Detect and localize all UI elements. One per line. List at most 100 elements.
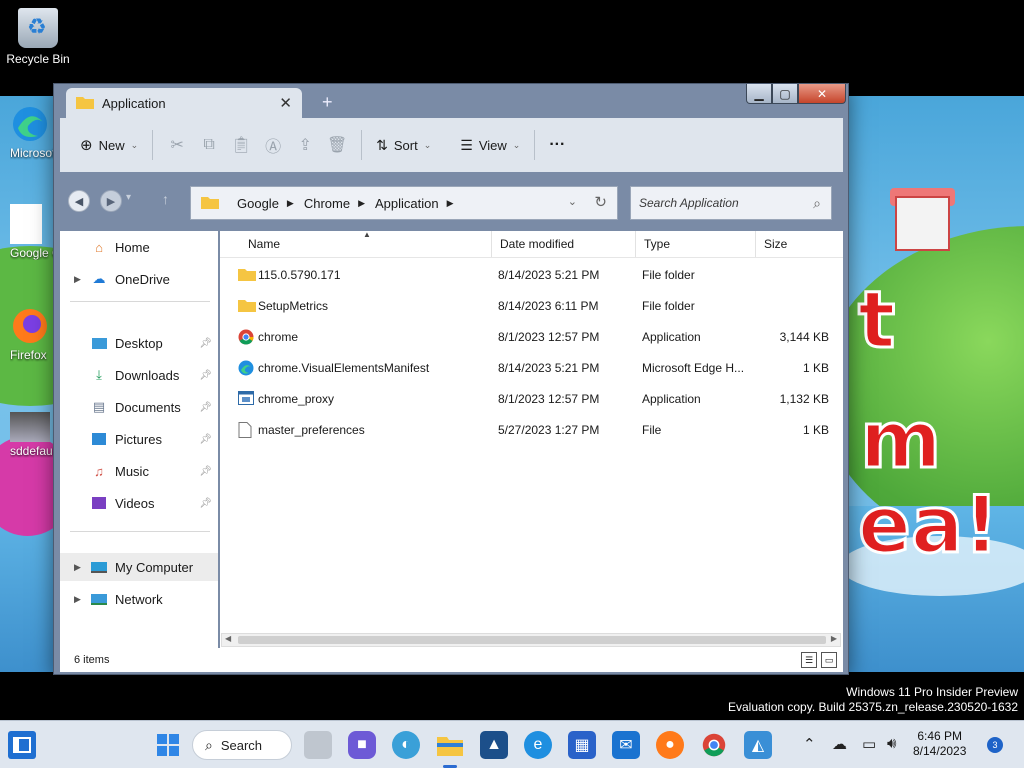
breadcrumb-chrome[interactable]: Chrome xyxy=(304,196,350,211)
notification-badge[interactable]: 3 xyxy=(987,737,1003,753)
breadcrumb-chevron-icon[interactable]: ▶ xyxy=(447,198,454,209)
taskbar-search[interactable]: ⌕ Search xyxy=(192,730,292,760)
start-button[interactable] xyxy=(154,731,182,759)
task-view-icon[interactable] xyxy=(304,731,332,759)
nav-item-network[interactable]: ▶ Network xyxy=(60,585,218,613)
pin-icon[interactable]: 📌︎ xyxy=(199,466,212,477)
details-view-icon[interactable]: ☰ xyxy=(801,652,817,668)
mail-icon[interactable]: ✉ xyxy=(612,731,640,759)
breadcrumb-google[interactable]: Google xyxy=(237,196,279,211)
expand-chevron-icon[interactable]: ▶ xyxy=(74,594,81,605)
maximize-button[interactable]: ▢ xyxy=(772,84,798,104)
desktop-icon-label: Firefox xyxy=(10,348,47,362)
new-button[interactable]: ⊕ New ⌄ xyxy=(74,129,144,161)
refresh-icon[interactable]: ↻ xyxy=(594,193,607,211)
nav-divider xyxy=(70,531,210,532)
nav-item-onedrive[interactable]: ▶ ☁ OneDrive xyxy=(60,265,218,293)
more-options-button[interactable]: ··· xyxy=(543,129,571,161)
share-icon[interactable]: ⇪ xyxy=(289,135,321,155)
minimize-button[interactable]: ▁ xyxy=(746,84,772,104)
volume-icon[interactable]: 🔊︎ xyxy=(887,735,896,752)
pin-icon[interactable]: 📌︎ xyxy=(199,370,212,381)
photos-icon[interactable]: ▲ xyxy=(480,731,508,759)
scroll-left-icon[interactable]: ◀ xyxy=(225,634,231,643)
recent-locations-icon[interactable]: ▾ xyxy=(126,192,131,203)
horizontal-scrollbar[interactable]: ◀ ▶ xyxy=(221,633,841,647)
nav-item-label: Desktop xyxy=(115,335,163,351)
desktop-icon-sddefault[interactable]: sddefault xyxy=(10,412,56,458)
onedrive-offline-icon[interactable]: ☁ xyxy=(832,735,847,753)
back-button[interactable]: ◀ xyxy=(68,190,90,212)
column-header-type[interactable]: Type xyxy=(636,231,756,257)
store-icon[interactable]: ▦ xyxy=(568,731,596,759)
view-list-icon: ☰ xyxy=(460,136,473,153)
show-hidden-icons-chevron-icon[interactable]: ⌃ xyxy=(803,735,816,753)
new-tab-button[interactable]: + xyxy=(322,92,333,113)
expand-chevron-icon[interactable]: ▶ xyxy=(74,562,81,573)
expand-chevron-icon[interactable]: ▶ xyxy=(74,274,81,285)
breadcrumb-chevron-icon[interactable]: ▶ xyxy=(358,198,365,209)
paint-icon[interactable]: ◭ xyxy=(744,731,772,759)
network-icon[interactable]: ▭ xyxy=(862,735,876,753)
breadcrumb-application[interactable]: Application xyxy=(375,196,439,211)
desktop-icon-edge[interactable]: Microsoft Edge xyxy=(10,104,56,160)
wallpaper-house xyxy=(895,196,950,251)
tab-close-button[interactable]: ✕ xyxy=(279,94,292,112)
scroll-right-icon[interactable]: ▶ xyxy=(831,634,837,643)
toolbar-divider xyxy=(152,130,154,160)
pin-icon[interactable]: 📌︎ xyxy=(199,402,212,413)
file-row[interactable]: chrome_proxy 8/1/2023 12:57 PM Applicati… xyxy=(220,383,843,414)
file-explorer-icon[interactable] xyxy=(436,731,464,759)
view-button[interactable]: ☰ View ⌄ xyxy=(454,129,526,161)
search-input[interactable]: Search Application ⌕ xyxy=(630,186,832,220)
copy-icon[interactable]: ⧉ xyxy=(193,136,225,154)
address-bar[interactable]: Google ▶ Chrome ▶ Application ▶ ⌄ ↻ xyxy=(190,186,618,220)
file-row[interactable]: chrome 8/1/2023 12:57 PM Application 3,1… xyxy=(220,321,843,352)
address-dropdown-icon[interactable]: ⌄ xyxy=(568,195,577,208)
delete-icon[interactable]: 🗑︎ xyxy=(321,135,353,155)
file-row[interactable]: SetupMetrics 8/14/2023 6:11 PM File fold… xyxy=(220,290,843,321)
nav-item-my-computer[interactable]: ▶ My Computer xyxy=(60,553,218,581)
desktop-icon-chrome[interactable]: Google Chrome xyxy=(10,204,56,260)
scrollbar-thumb[interactable] xyxy=(238,636,826,644)
cut-icon[interactable]: ✂ xyxy=(161,135,193,155)
nav-item-documents[interactable]: ▤ Documents 📌︎ xyxy=(60,393,218,421)
pin-icon[interactable]: 📌︎ xyxy=(199,498,212,509)
nav-item-videos[interactable]: Videos 📌︎ xyxy=(60,489,218,517)
breadcrumb-chevron-icon[interactable]: ▶ xyxy=(287,198,294,209)
nav-item-desktop[interactable]: Desktop 📌︎ xyxy=(60,329,218,357)
up-arrow-icon[interactable]: ↑ xyxy=(162,191,169,207)
column-header-date[interactable]: Date modified xyxy=(492,231,636,257)
file-type: File xyxy=(642,423,662,437)
teams-chat-icon[interactable]: ■ xyxy=(348,731,376,759)
forward-button[interactable]: ▶ xyxy=(100,190,122,212)
column-header-size[interactable]: Size xyxy=(756,231,843,257)
file-row[interactable]: master_preferences 5/27/2023 1:27 PM Fil… xyxy=(220,414,843,445)
tiles-view-icon[interactable]: ▭ xyxy=(821,652,837,668)
desktop-icon-firefox[interactable]: Firefox xyxy=(10,306,56,362)
nav-item-music[interactable]: ♫ Music 📌︎ xyxy=(60,457,218,485)
nav-item-home[interactable]: ⌂ Home xyxy=(60,233,218,261)
close-window-button[interactable]: ✕ xyxy=(798,84,846,104)
search-icon[interactable]: ⌕ xyxy=(813,195,821,212)
widgets-icon[interactable] xyxy=(8,731,36,759)
file-row[interactable]: chrome.VisualElementsManifest 8/14/2023 … xyxy=(220,352,843,383)
clock[interactable]: 6:46 PM 8/14/2023 xyxy=(913,729,966,759)
tab-application[interactable]: Application ✕ xyxy=(66,88,302,118)
edge-icon[interactable]: e xyxy=(524,731,552,759)
column-header-name[interactable]: Name ▲ xyxy=(220,230,492,257)
paste-icon[interactable]: 📋︎ xyxy=(225,135,257,155)
file-date: 8/14/2023 5:21 PM xyxy=(498,268,600,282)
weather-globe-icon[interactable]: ◐ xyxy=(392,731,420,759)
nav-item-pictures[interactable]: Pictures 📌︎ xyxy=(60,425,218,453)
pin-icon[interactable]: 📌︎ xyxy=(199,338,212,349)
file-row[interactable]: 115.0.5790.171 8/14/2023 5:21 PM File fo… xyxy=(220,259,843,290)
chrome-icon[interactable] xyxy=(700,731,728,759)
desktop-icon-recycle-bin[interactable]: Recycle Bin xyxy=(0,8,76,66)
nav-item-downloads[interactable]: ⤓ Downloads 📌︎ xyxy=(60,361,218,389)
firefox-icon[interactable]: ● xyxy=(656,731,684,759)
recycle-bin-icon xyxy=(18,8,58,48)
rename-icon[interactable]: Ⓐ xyxy=(257,133,289,157)
pin-icon[interactable]: 📌︎ xyxy=(199,434,212,445)
sort-button[interactable]: ⇅ Sort ⌄ xyxy=(370,129,437,161)
